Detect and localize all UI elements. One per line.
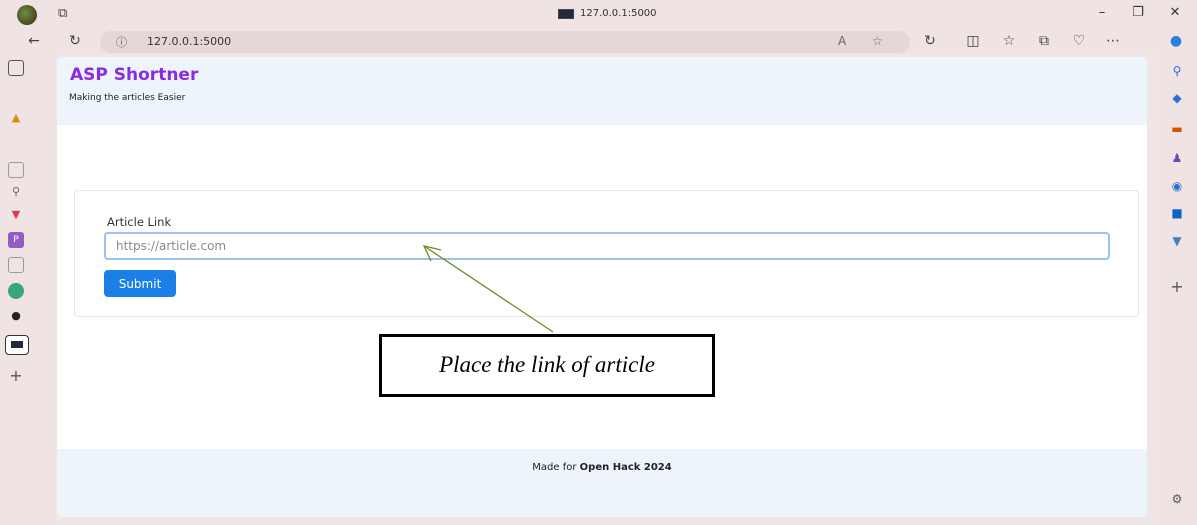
collections-icon[interactable]: ⧉ [1034,33,1054,49]
address-bar[interactable]: ⓘ 127.0.0.1:5000 A ☆ [100,31,910,53]
restore-icon[interactable]: ❐ [1128,5,1148,20]
settings-gear-icon[interactable]: ⚙ [1170,492,1184,506]
more-icon[interactable]: ⋯ [1103,33,1123,49]
profile-avatar-icon[interactable] [17,5,37,25]
tab-title[interactable]: 127.0.0.1:5000 [558,8,657,19]
read-aloud-icon[interactable]: A [838,34,846,48]
footer-event: Open Hack 2024 [579,462,672,473]
extensions-icon[interactable]: ↻ [920,33,940,49]
copilot-icon[interactable]: ● [1166,33,1186,49]
tab-p-icon[interactable]: P [8,232,24,248]
address-text: 127.0.0.1:5000 [147,35,232,48]
add-sidebar-app-icon[interactable]: + [1170,279,1184,295]
annotation-text: Place the link of article [439,352,655,377]
outlook-icon[interactable]: ■ [1170,206,1184,220]
favorite-star-icon[interactable]: ☆ [872,34,883,48]
new-tab-plus-icon[interactable]: + [8,368,24,384]
browser-toolbar: ← ↻ ⓘ 127.0.0.1:5000 A ☆ ↻ ◫ ☆ ⧉ ♡ ⋯ ● [0,30,1197,54]
copilot-sidebar-icon[interactable]: ◉ [1170,179,1184,193]
refresh-icon[interactable]: ↻ [65,33,85,49]
footer-text: Made for Open Hack 2024 [57,462,1147,473]
article-form-card: Article Link Submit [74,190,1139,317]
edge-sidebar: ⚲ ◆ ▬ ♟ ◉ ■ ▼ + ⚙ [1158,54,1197,525]
article-link-input[interactable] [104,232,1110,260]
site-footer: Made for Open Hack 2024 [57,449,1147,517]
search-icon[interactable]: ⚲ [1170,64,1184,78]
shopping-icon[interactable]: ▬ [1170,122,1184,136]
app-mapa-icon[interactable]: ▲ [8,110,24,126]
close-icon[interactable]: ✕ [1165,5,1185,20]
site-brand[interactable]: ASP Shortner [70,65,198,85]
tab-panel-icon[interactable] [8,60,24,76]
article-link-label: Article Link [107,215,172,229]
tab-title-text: 127.0.0.1:5000 [580,8,657,19]
tab-chatgpt-icon[interactable] [8,283,24,299]
submit-button[interactable]: Submit [104,270,176,297]
tab-page-icon[interactable] [8,162,24,178]
favorites-icon[interactable]: ☆ [999,33,1019,49]
browser-titlebar: ⧉ 127.0.0.1:5000 – ❐ ✕ [0,0,1197,30]
tag-icon[interactable]: ◆ [1170,91,1184,105]
terminal-icon [558,8,574,19]
games-icon[interactable]: ♟ [1170,151,1184,165]
split-screen-icon[interactable]: ◫ [963,33,983,49]
tab-page-icon-2[interactable] [8,257,24,273]
search-icon[interactable]: ⚲ [8,184,24,200]
site-header: ASP Shortner Making the articles Easier [57,57,1147,125]
drop-icon[interactable]: ▼ [1170,234,1184,248]
vertical-tabs-sidebar: ▲ ⚲ ▼ P ● + [0,54,56,525]
minimize-icon[interactable]: – [1092,5,1112,20]
web-page: ASP Shortner Making the articles Easier … [57,57,1147,517]
tab-active-terminal-icon[interactable] [5,335,29,355]
tab-actions-icon[interactable]: ⧉ [58,6,67,21]
back-icon[interactable]: ← [24,33,44,49]
footer-prefix: Made for [532,462,580,473]
tab-vivaldi-icon[interactable]: ▼ [8,207,24,223]
site-info-icon[interactable]: ⓘ [116,34,127,50]
site-tagline: Making the articles Easier [69,93,186,103]
annotation-callout: Place the link of article [379,334,715,397]
tab-github-icon[interactable]: ● [8,308,24,324]
performance-icon[interactable]: ♡ [1069,33,1089,49]
